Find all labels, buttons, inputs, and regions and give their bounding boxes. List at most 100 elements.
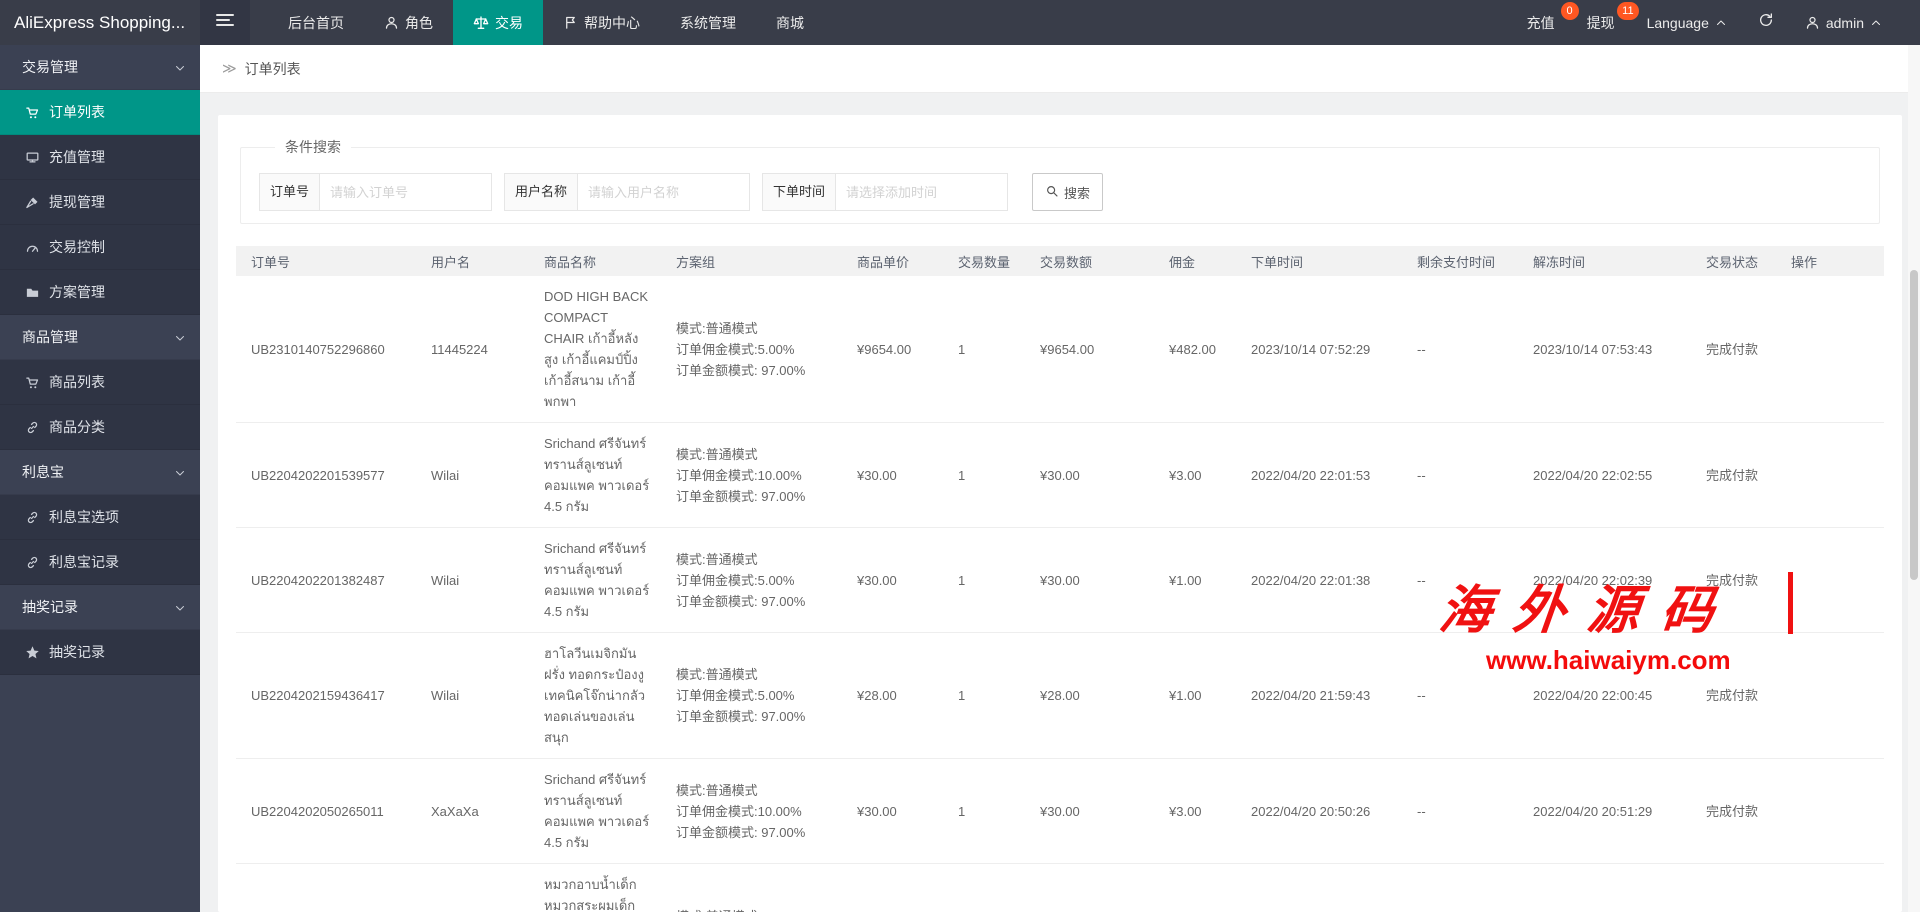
plan-commission-mode: 订单佣金模式:10.00% — [676, 465, 832, 486]
sidebar-item-label: 商品列表 — [49, 372, 105, 392]
table-row: UB2204202050265011 XaXaXa Srichand ศรีจั… — [236, 759, 1884, 864]
sidebar-item[interactable]: 商品分类 — [0, 405, 200, 450]
order-time-cell: 2022/04/20 20:50:26 — [1236, 759, 1402, 864]
top-nav-item[interactable]: 商城 — [756, 0, 824, 45]
sidebar-item[interactable]: 提现管理 — [0, 180, 200, 225]
main-content: ≫ 订单列表 条件搜索 订单号 用户名称 下单时间 — [200, 45, 1920, 912]
hamburger-menu-button[interactable] — [200, 0, 250, 45]
top-nav-item[interactable]: 系统管理 — [660, 0, 756, 45]
sidebar-item[interactable]: 商品管理 — [0, 315, 200, 360]
table-row: UB2204202159436417 Wilai ฮาโลวีนเมจิกมัน… — [236, 633, 1884, 759]
top-navigation: 后台首页 角色 交易 帮助中心 系统管理 — [268, 0, 824, 45]
commission-cell: ¥482.00 — [1154, 276, 1236, 423]
sidebar-item-label: 订单列表 — [49, 102, 105, 122]
unfreeze-time-cell: 2022/04/20 22:02:39 — [1518, 528, 1691, 633]
plan-commission-mode: 订单佣金模式:5.00% — [676, 570, 832, 591]
chevron-down-icon — [174, 61, 186, 77]
top-nav-item[interactable]: 交易 — [453, 0, 543, 45]
sidebar-item[interactable]: 交易控制 — [0, 225, 200, 270]
quantity-cell: 1 — [943, 528, 1025, 633]
username-input[interactable] — [578, 173, 750, 211]
chevron-down-icon — [174, 331, 186, 347]
order-no-input[interactable] — [320, 173, 492, 211]
status-cell: 完成付款 — [1691, 528, 1776, 633]
page-title: 订单列表 — [245, 59, 301, 79]
sidebar-item-label: 交易控制 — [49, 237, 105, 257]
product-name-cell: DOD HIGH BACK COMPACT CHAIR เก้าอี้หลังส… — [529, 276, 661, 423]
chevron-down-icon — [174, 466, 186, 482]
trade-amount-cell: ¥30.00 — [1025, 423, 1154, 528]
column-header: 交易数量 — [943, 246, 1025, 276]
quantity-cell: 1 — [943, 633, 1025, 759]
refresh-button[interactable] — [1743, 0, 1789, 45]
scrollbar-thumb[interactable] — [1910, 270, 1918, 580]
commission-cell: ¥1.00 — [1154, 528, 1236, 633]
column-header: 方案组 — [661, 246, 842, 276]
column-header: 商品名称 — [529, 246, 661, 276]
product-name-cell: Srichand ศรีจันทร์ ทรานส์ลูเซนท์ คอมแพค … — [529, 423, 661, 528]
language-dropdown[interactable]: Language — [1631, 0, 1743, 45]
order-no-cell: UB2204202201382487 — [236, 528, 416, 633]
order-no-cell: UB2204202201539577 — [236, 423, 416, 528]
topbar-right: 充值 0 提现 11 Language admin — [1511, 0, 1920, 45]
top-nav-item[interactable]: 角色 — [364, 0, 453, 45]
breadcrumb: ≫ 订单列表 — [200, 45, 1920, 93]
sidebar-item[interactable]: 交易管理 — [0, 45, 200, 90]
trade-amount-cell: ¥30.00 — [1025, 759, 1154, 864]
app-logo: AliExpress Shopping... — [0, 0, 200, 45]
sidebar-item-label: 抽奖记录 — [49, 642, 105, 662]
sidebar-item[interactable]: 利息宝 — [0, 450, 200, 495]
unfreeze-time-cell: 2022/04/20 20:51:00 — [1518, 864, 1691, 912]
plan-mode: 模式:普通模式 — [676, 906, 832, 912]
remaining-pay-time-cell: -- — [1402, 633, 1518, 759]
order-time-input[interactable] — [836, 173, 1008, 211]
trade-amount-cell: ¥30.00 — [1025, 528, 1154, 633]
unfreeze-time-cell: 2022/04/20 20:51:29 — [1518, 759, 1691, 864]
plan-amount-mode: 订单金额模式: 97.00% — [676, 822, 832, 843]
action-cell — [1776, 864, 1884, 912]
column-header: 解冻时间 — [1518, 246, 1691, 276]
sidebar-item[interactable]: 抽奖记录 — [0, 630, 200, 675]
unit-price-cell: ¥29.00 — [842, 864, 943, 912]
action-cell — [1776, 276, 1884, 423]
withdraw-link[interactable]: 提现 11 — [1571, 0, 1631, 45]
sidebar-item[interactable]: 方案管理 — [0, 270, 200, 315]
plan-amount-mode: 订单金额模式: 97.00% — [676, 486, 832, 507]
sidebar-item[interactable]: 商品列表 — [0, 360, 200, 405]
sidebar-item-label: 利息宝 — [22, 462, 64, 482]
sidebar-item[interactable]: 利息宝记录 — [0, 540, 200, 585]
unit-price-cell: ¥9654.00 — [842, 276, 943, 423]
trade-amount-cell: ¥29.00 — [1025, 864, 1154, 912]
unit-price-cell: ¥28.00 — [842, 633, 943, 759]
user-icon — [384, 15, 399, 30]
link-icon — [24, 554, 40, 570]
table-row: UB2204202049559847 XaXaXa หมวกอาบน้ำเด็ก… — [236, 864, 1884, 912]
action-cell — [1776, 759, 1884, 864]
order-time-cell: 2022/04/20 22:01:53 — [1236, 423, 1402, 528]
table-row: UB2204202201382487 Wilai Srichand ศรีจัน… — [236, 528, 1884, 633]
unfreeze-time-cell: 2022/04/20 22:00:45 — [1518, 633, 1691, 759]
sidebar-item[interactable]: 充值管理 — [0, 135, 200, 180]
top-nav-item[interactable]: 后台首页 — [268, 0, 364, 45]
sidebar: 交易管理 订单列表 充值管理 提现管理 交易控制 方案管理 — [0, 45, 200, 912]
order-time-cell: 2022/04/20 20:49:55 — [1236, 864, 1402, 912]
sidebar-item[interactable]: 利息宝选项 — [0, 495, 200, 540]
search-button[interactable]: 搜索 — [1032, 173, 1103, 211]
search-legend: 条件搜索 — [275, 137, 351, 157]
cart-icon — [24, 104, 40, 120]
sidebar-item[interactable]: 订单列表 — [0, 90, 200, 135]
plan-group-cell: 模式:普通模式 订单佣金模式:10.00% 订单金额模式: 97.00% — [661, 759, 842, 864]
top-nav-label: 后台首页 — [288, 13, 344, 33]
recharge-link[interactable]: 充值 0 — [1511, 0, 1571, 45]
admin-dropdown[interactable]: admin — [1789, 0, 1898, 45]
column-header: 下单时间 — [1236, 246, 1402, 276]
refresh-icon — [1758, 12, 1774, 33]
sidebar-item-label: 商品分类 — [49, 417, 105, 437]
plan-commission-mode: 订单佣金模式:5.00% — [676, 685, 832, 706]
order-time-field: 下单时间 — [762, 173, 1008, 211]
top-nav-item[interactable]: 帮助中心 — [543, 0, 660, 45]
order-time-cell: 2023/10/14 07:52:29 — [1236, 276, 1402, 423]
column-header: 订单号 — [236, 246, 416, 276]
sidebar-item[interactable]: 抽奖记录 — [0, 585, 200, 630]
action-cell — [1776, 528, 1884, 633]
